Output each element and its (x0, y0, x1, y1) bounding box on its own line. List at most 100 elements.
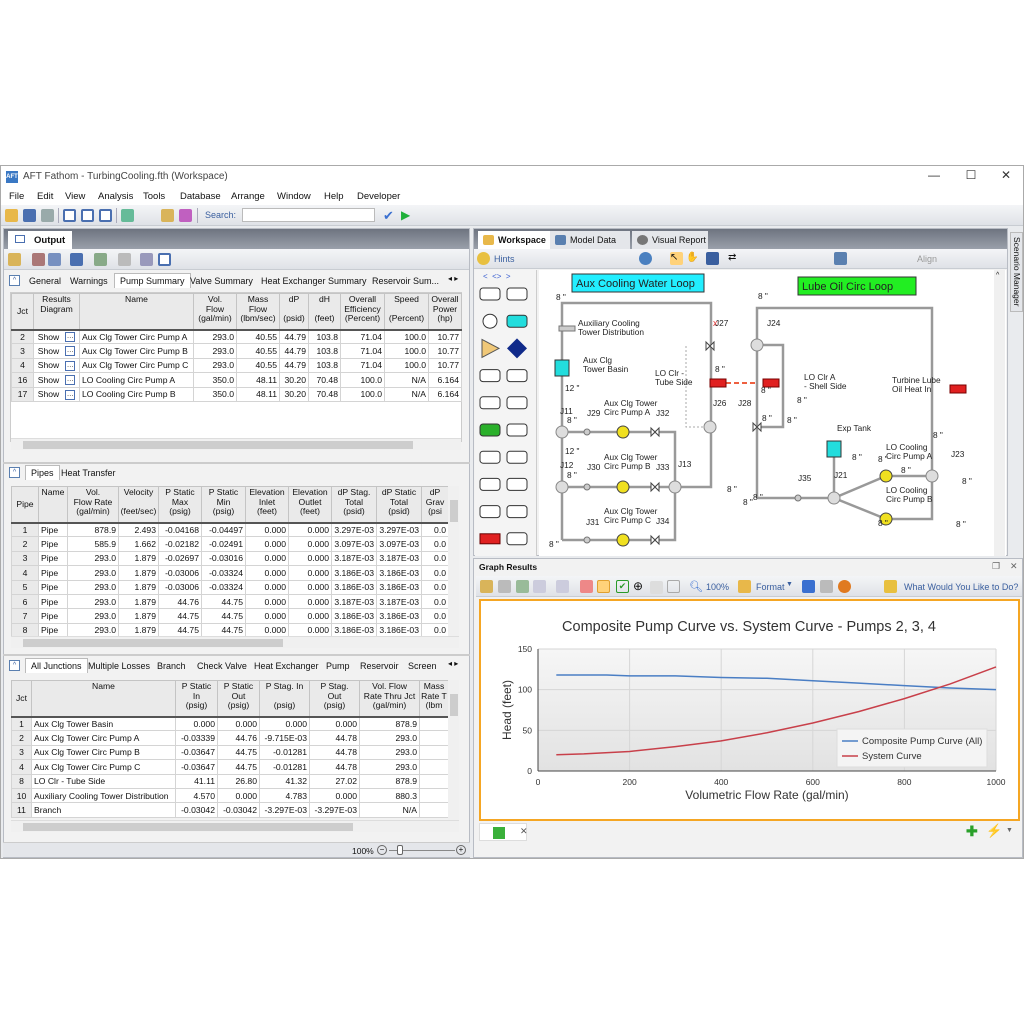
tab-all-junctions[interactable]: All Junctions (25, 658, 88, 673)
layout-icon[interactable] (158, 253, 171, 266)
tab-branch[interactable]: Branch (157, 661, 186, 671)
hints-icon[interactable] (477, 252, 490, 265)
minimize-button[interactable]: — (919, 168, 949, 186)
print-icon[interactable] (41, 209, 54, 222)
control-valve-tool-icon[interactable] (479, 423, 501, 437)
branch-tool-icon[interactable] (482, 313, 498, 329)
graph-series-icon[interactable] (580, 580, 593, 593)
column-header[interactable]: P Stag. In (psig) (259, 680, 310, 718)
help-search-icon[interactable] (884, 580, 897, 593)
pump-junction[interactable] (616, 533, 630, 547)
what-would-you-like-to-do-link[interactable]: What Would You Like to Do? (904, 582, 1018, 592)
lightning-icon[interactable]: ⚡ (986, 823, 1002, 839)
column-header[interactable]: Vol. Flow Rate Thru Jct (gal/min) (359, 680, 420, 718)
column-header[interactable]: Mass Rate T (lbm (419, 680, 449, 718)
tab-heat-exchanger[interactable]: Heat Exchanger (254, 661, 319, 671)
graph-export-icon[interactable] (516, 580, 529, 593)
edit-icon[interactable] (8, 253, 21, 266)
reservoir-junction[interactable] (554, 359, 570, 377)
tab-screen[interactable]: Screen (408, 661, 437, 671)
branch-junction[interactable] (703, 420, 717, 434)
table-row[interactable]: 8 LO Clr - Tube Side 41.11 26.80 41.32 27.02 8… (11, 773, 449, 789)
pipe[interactable] (833, 496, 887, 521)
flask-icon[interactable] (179, 209, 192, 222)
collapse-pump-section-button[interactable]: ^ (9, 275, 20, 286)
show-diagram-link[interactable]: Show… (33, 357, 80, 374)
refresh-icon[interactable] (94, 253, 107, 266)
graph-tabs-chevron-down-icon[interactable]: ▼ (1006, 827, 1013, 834)
table-row[interactable]: 2 Pipe 585.9 1.662 -0.02182 -0.02491 0.000 0.00… (11, 536, 449, 552)
table-row[interactable]: 11 Branch -0.03042 -0.03042 -3.297E-03 -3.297… (11, 802, 449, 818)
menu-developer[interactable]: Developer (357, 191, 400, 202)
workspace-vscroll[interactable]: ^ (994, 270, 1005, 556)
format-dropdown[interactable]: Format (756, 582, 785, 592)
link-icon[interactable] (820, 580, 833, 593)
notes-icon[interactable] (161, 209, 174, 222)
area-change-tool-icon[interactable] (479, 369, 501, 383)
column-header[interactable]: P Static In (psig) (175, 680, 218, 718)
spray-tool-icon[interactable] (479, 477, 501, 491)
menu-file[interactable]: File (9, 191, 24, 202)
column-header[interactable]: Jct (11, 293, 34, 331)
diagram-button[interactable]: … (65, 332, 76, 343)
add-graph-tab-icon[interactable]: ✚ (966, 823, 978, 840)
column-header[interactable]: Elevation Inlet (feet) (245, 486, 289, 524)
table-row[interactable]: 4 Show… Aux Clg Tower Circ Pump C 293.0 40.5… (11, 357, 462, 374)
menu-edit[interactable]: Edit (37, 191, 53, 202)
pump-junction[interactable] (616, 480, 630, 494)
tab-reservoir-sum-[interactable]: Reservoir Sum... (372, 276, 439, 286)
add-graph-icon[interactable] (802, 580, 815, 593)
check-valve-tool-icon[interactable] (506, 423, 528, 437)
heat-exchanger-junction[interactable] (709, 378, 727, 388)
column-header[interactable]: Overall Efficiency (Percent) (340, 293, 385, 331)
split-vertical-icon[interactable] (81, 209, 94, 222)
format-chevron-down-icon[interactable]: ▼ (786, 581, 793, 588)
filter-tool-icon[interactable] (506, 505, 528, 519)
zoom-in-button[interactable]: + (456, 845, 466, 855)
column-header[interactable]: P Stag. Out (psig) (309, 680, 360, 718)
format-icon[interactable] (140, 253, 153, 266)
pipe-tool-icon[interactable] (479, 287, 501, 301)
graph-zoom-level[interactable]: 100% (706, 582, 729, 592)
column-header[interactable]: Speed (Percent) (384, 293, 429, 331)
show-diagram-link[interactable]: Show… (33, 386, 80, 402)
single-window-icon[interactable] (63, 209, 76, 222)
screen-junction[interactable] (583, 428, 591, 436)
column-header[interactable]: P Static Min (psig) (201, 486, 246, 524)
column-header[interactable]: Mass Flow (lbm/sec) (236, 293, 280, 331)
pump-junction[interactable] (879, 469, 893, 483)
table-row[interactable]: 7 Pipe 293.0 1.879 44.75 44.75 0.000 0.000 3.186… (11, 608, 449, 624)
screen-junction[interactable] (583, 536, 591, 544)
box-icon[interactable] (667, 580, 680, 593)
pump-table-hscroll[interactable] (11, 438, 461, 450)
branch-junction[interactable] (555, 425, 569, 439)
table-row[interactable]: 2 Aux Clg Tower Circ Pump A -0.03339 44.76-… (11, 730, 449, 746)
menu-analysis[interactable]: Analysis (98, 191, 133, 202)
diagram-button[interactable]: … (65, 375, 76, 386)
graph-table-icon[interactable] (533, 580, 546, 593)
tab-multiple-losses[interactable]: Multiple Losses (88, 661, 150, 671)
menu-help[interactable]: Help (324, 191, 344, 202)
column-header[interactable]: dP (psid) (279, 293, 309, 331)
spray-discharge-tool-icon[interactable] (506, 532, 528, 546)
close-button[interactable]: ✕ (991, 168, 1021, 186)
pipes-table-vscroll[interactable] (448, 486, 459, 636)
show-diagram-link[interactable]: Show… (33, 343, 80, 359)
reverse-icon[interactable]: ⇄ (728, 252, 741, 265)
alert-icon[interactable] (838, 580, 851, 593)
diagram-button[interactable]: … (65, 346, 76, 357)
table-row[interactable]: 10 Auxiliary Cooling Tower Distribution 4.… (11, 787, 449, 804)
align-button[interactable]: Align (917, 254, 937, 264)
column-header[interactable]: Vol. Flow Rate (gal/min) (67, 486, 119, 524)
tab-check-valve[interactable]: Check Valve (197, 661, 247, 671)
select-arrow-icon[interactable]: ↖ (670, 252, 683, 265)
relief-valve-tool-icon[interactable] (479, 450, 501, 464)
show-diagram-link[interactable]: Show… (33, 372, 80, 388)
pipes-table-hscroll[interactable] (11, 636, 459, 648)
three-way-valve-tool-icon[interactable] (506, 450, 528, 464)
junction-tab-scroll-arrows[interactable]: ◂ ▸ (448, 659, 458, 668)
table-row[interactable]: 6 Pipe 293.0 1.879 44.76 44.75 0.000 0.000 3.187… (11, 593, 449, 610)
restore-panel-button[interactable]: ❐ (992, 561, 1000, 572)
zoom-slider-handle[interactable] (397, 845, 403, 855)
branch-junction[interactable] (925, 469, 939, 483)
